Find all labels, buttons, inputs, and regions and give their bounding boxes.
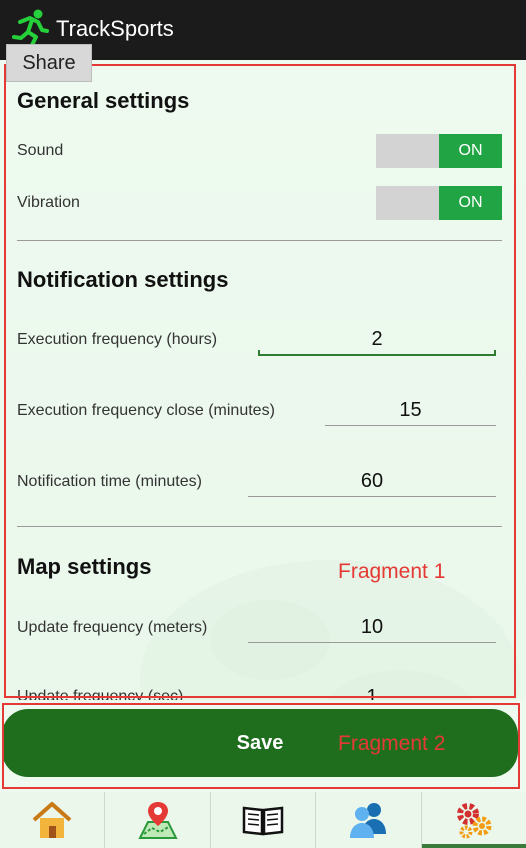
nav-book[interactable]: [211, 792, 317, 848]
settings-gears-icon: [456, 803, 492, 839]
notification-time-label: Notification time (minutes): [17, 473, 202, 490]
nav-settings[interactable]: [421, 792, 526, 848]
vibration-label: Vibration: [17, 194, 80, 211]
users-icon: [350, 803, 387, 838]
toggle-on-state: ON: [439, 186, 502, 220]
bottom-navigation: [0, 792, 526, 848]
vibration-toggle[interactable]: ON: [376, 186, 502, 220]
update-meters-input[interactable]: 10: [248, 614, 496, 643]
nav-map[interactable]: [105, 792, 211, 848]
general-settings-title: General settings: [17, 88, 190, 113]
save-label: Save: [236, 732, 284, 754]
settings-content[interactable]: General settings Sound ON Vibration ON N…: [0, 60, 526, 700]
update-meters-label: Update frequency (meters): [17, 619, 208, 636]
runner-logo-icon: [12, 9, 49, 46]
section-divider: [17, 240, 502, 241]
toggle-off-area: [376, 186, 439, 220]
update-sec-input[interactable]: 1: [248, 684, 496, 700]
map-settings-title: Map settings: [17, 554, 152, 579]
book-icon: [242, 806, 284, 836]
exec-frequency-label: Execution frequency (hours): [17, 331, 218, 348]
app-title: TrackSports: [56, 16, 174, 41]
exec-frequency-input[interactable]: 2: [258, 326, 496, 356]
toggle-on-state: ON: [439, 134, 502, 168]
map-pin-icon: [137, 802, 178, 839]
nav-users[interactable]: [316, 792, 422, 848]
watermark-graphic: [140, 560, 520, 700]
exec-close-input[interactable]: 15: [325, 397, 496, 426]
fragment2-annotation: Fragment 2: [338, 732, 446, 755]
toggle-off-area: [376, 134, 439, 168]
fragment1-annotation: Fragment 1: [338, 560, 446, 583]
share-button[interactable]: Share: [6, 44, 92, 82]
update-sec-label: Update frequency (sec): [17, 688, 184, 700]
section-divider: [17, 526, 502, 527]
exec-close-label: Execution frequency close (minutes): [17, 402, 275, 419]
notification-settings-title: Notification settings: [17, 267, 229, 292]
home-icon: [32, 802, 72, 838]
sound-label: Sound: [17, 142, 64, 159]
notification-time-input[interactable]: 60: [248, 468, 496, 497]
nav-home[interactable]: [0, 792, 106, 848]
sound-toggle[interactable]: ON: [376, 134, 502, 168]
